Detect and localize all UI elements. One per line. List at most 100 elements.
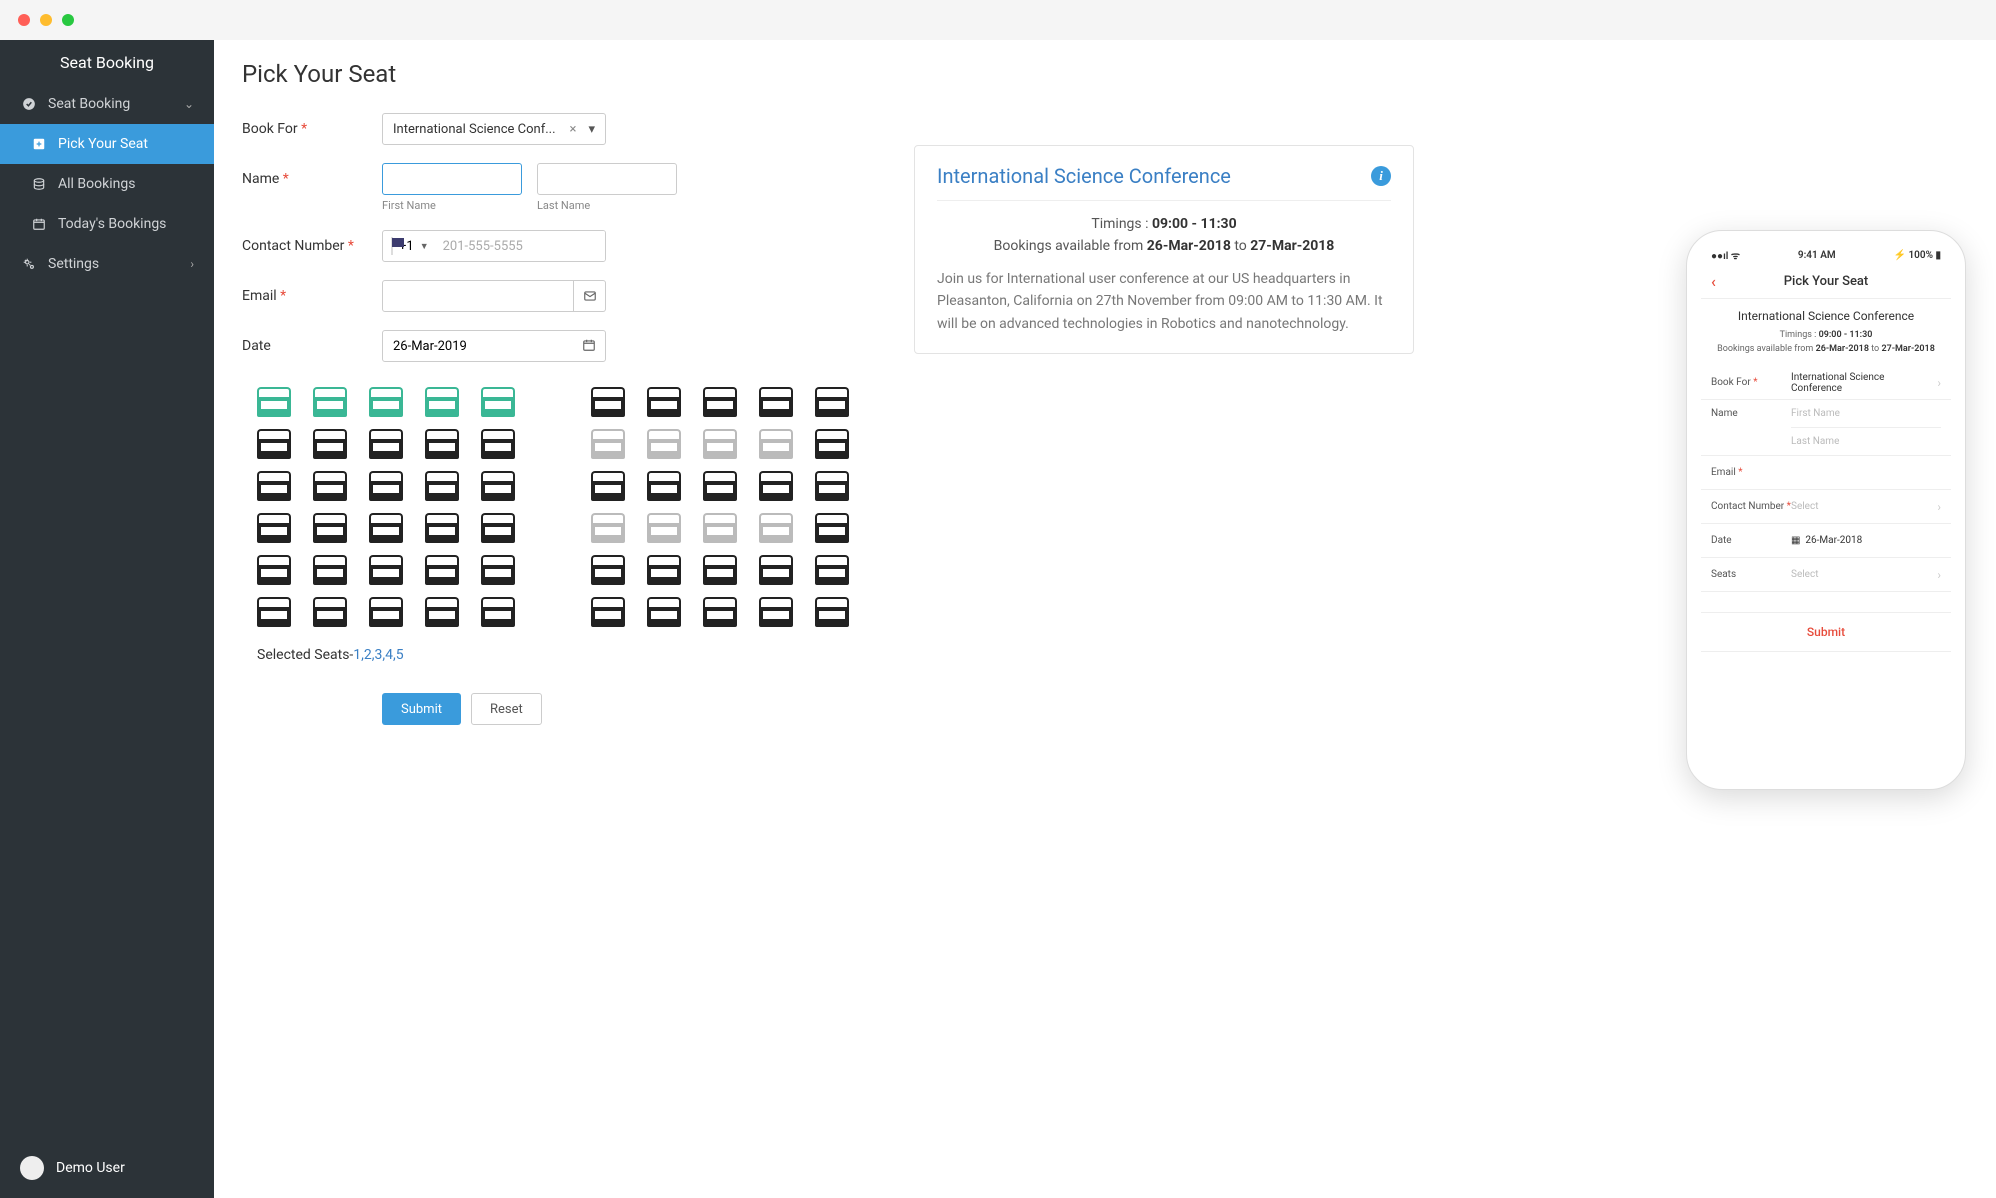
email-icon-button[interactable] (574, 280, 606, 312)
sidebar-item-all-bookings[interactable]: All Bookings (0, 164, 214, 204)
mobile-nav-title: Pick Your Seat (1784, 274, 1869, 289)
seat[interactable] (591, 387, 625, 417)
first-name-input[interactable] (382, 163, 522, 195)
seat[interactable] (759, 555, 793, 585)
seat[interactable] (591, 471, 625, 501)
sidebar-item-pick-your-seat[interactable]: Pick Your Seat (0, 124, 214, 164)
seat[interactable] (425, 555, 459, 585)
seat[interactable] (313, 597, 347, 627)
selected-seats-values: 1,2,3,4,5 (353, 647, 403, 663)
seat[interactable] (257, 471, 291, 501)
seat[interactable] (257, 429, 291, 459)
mobile-email-row[interactable]: Email * (1701, 456, 1951, 490)
seat[interactable] (481, 471, 515, 501)
flag-us-icon (391, 237, 393, 255)
event-title: International Science Conference (937, 164, 1231, 188)
seat[interactable] (591, 555, 625, 585)
seat[interactable] (815, 513, 849, 543)
phone-number-input[interactable] (435, 231, 606, 261)
seat[interactable] (369, 387, 403, 417)
seat[interactable] (369, 429, 403, 459)
user-name: Demo User (56, 1160, 125, 1176)
submit-button[interactable]: Submit (382, 693, 461, 725)
seat[interactable] (369, 471, 403, 501)
calendar-icon (30, 217, 48, 231)
email-input[interactable] (382, 280, 574, 312)
first-name-sublabel: First Name (382, 199, 522, 212)
chevron-right-icon: › (1937, 568, 1941, 582)
sidebar-item-label: Settings (48, 256, 99, 272)
seat[interactable] (815, 429, 849, 459)
seat[interactable] (257, 597, 291, 627)
seat[interactable] (815, 387, 849, 417)
phone-input-group[interactable]: +1 ▼ (382, 230, 606, 262)
sidebar-item-settings[interactable]: Settings › (0, 244, 214, 284)
seat[interactable] (257, 513, 291, 543)
seat (647, 513, 681, 543)
seat[interactable] (425, 513, 459, 543)
mobile-submit-button[interactable]: Submit (1701, 612, 1951, 652)
seat[interactable] (703, 471, 737, 501)
seat[interactable] (257, 555, 291, 585)
contact-label: Contact Number * (242, 230, 382, 254)
sidebar-item-todays-bookings[interactable]: Today's Bookings (0, 204, 214, 244)
seat[interactable] (703, 555, 737, 585)
traffic-light-minimize[interactable] (40, 14, 52, 26)
seat[interactable] (759, 387, 793, 417)
seat[interactable] (425, 387, 459, 417)
seat[interactable] (313, 387, 347, 417)
seat[interactable] (425, 597, 459, 627)
seat[interactable] (425, 471, 459, 501)
seat[interactable] (369, 597, 403, 627)
seat[interactable] (759, 471, 793, 501)
seat-block-right (591, 387, 855, 627)
sidebar-user[interactable]: Demo User (0, 1138, 214, 1198)
seat[interactable] (647, 555, 681, 585)
seat[interactable] (481, 387, 515, 417)
page-title: Pick Your Seat (242, 60, 1968, 88)
sidebar-item-label: Today's Bookings (58, 216, 166, 232)
seat[interactable] (647, 387, 681, 417)
mobile-name-row[interactable]: Name First Name Last Name (1701, 400, 1951, 456)
seat[interactable] (759, 597, 793, 627)
mobile-date-row[interactable]: Date ▦ 26-Mar-2018 (1701, 524, 1951, 558)
traffic-light-zoom[interactable] (62, 14, 74, 26)
seat[interactable] (481, 513, 515, 543)
seat[interactable] (425, 429, 459, 459)
mobile-seats-row[interactable]: Seats Select › (1701, 558, 1951, 592)
sidebar-item-seat-booking[interactable]: Seat Booking ⌄ (0, 84, 214, 124)
seat[interactable] (369, 513, 403, 543)
seat[interactable] (703, 597, 737, 627)
seat[interactable] (591, 597, 625, 627)
seat-block-left (257, 387, 521, 627)
seat[interactable] (313, 471, 347, 501)
seat[interactable] (369, 555, 403, 585)
seat[interactable] (703, 387, 737, 417)
mobile-book-for-row[interactable]: Book For * International Science Confere… (1701, 366, 1951, 400)
reset-button[interactable]: Reset (471, 693, 542, 725)
book-for-value: International Science Conf... (393, 122, 556, 137)
seat[interactable] (313, 555, 347, 585)
seat[interactable] (481, 597, 515, 627)
seat[interactable] (313, 429, 347, 459)
book-for-select[interactable]: International Science Conf... × ▾ (382, 113, 606, 145)
caret-down-icon[interactable]: ▼ (420, 241, 429, 252)
mobile-contact-row[interactable]: Contact Number * Select › (1701, 490, 1951, 524)
chevron-right-icon: › (1937, 376, 1941, 390)
back-icon[interactable]: ‹ (1711, 272, 1716, 291)
traffic-light-close[interactable] (18, 14, 30, 26)
date-input[interactable] (382, 330, 606, 362)
seat[interactable] (815, 471, 849, 501)
seat[interactable] (481, 429, 515, 459)
seat[interactable] (815, 555, 849, 585)
seat[interactable] (257, 387, 291, 417)
seat[interactable] (481, 555, 515, 585)
seat[interactable] (313, 513, 347, 543)
caret-down-icon[interactable]: ▾ (582, 122, 595, 137)
last-name-input[interactable] (537, 163, 677, 195)
seat[interactable] (647, 597, 681, 627)
seat[interactable] (815, 597, 849, 627)
clear-icon[interactable]: × (564, 122, 583, 137)
info-icon[interactable]: i (1371, 166, 1391, 186)
seat[interactable] (647, 471, 681, 501)
